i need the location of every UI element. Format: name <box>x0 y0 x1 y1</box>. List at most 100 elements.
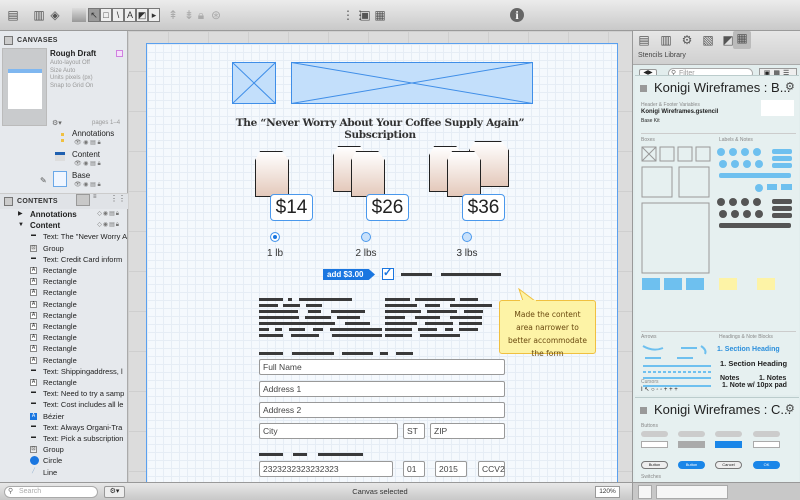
contents-header-label: CONTENTS <box>17 198 58 205</box>
pages-range: pages 1–4 <box>92 120 121 126</box>
tree-item[interactable]: A Rectangle <box>0 276 128 287</box>
tree-item[interactable]: A Rectangle <box>0 377 128 388</box>
line-tool-icon[interactable]: \ <box>112 8 124 22</box>
text-tool-icon[interactable]: A <box>124 8 136 22</box>
tree-item[interactable]: ▬ Text: Cost includes all le <box>0 399 128 410</box>
tree-item[interactable]: ▬ Text: Always Organi-Tra <box>0 422 128 433</box>
disclosure-triangle-icon[interactable]: ▶ <box>18 209 23 220</box>
tree-item-label: Rectangle <box>43 310 77 320</box>
canvas-inspector-icon[interactable]: ▤ <box>637 33 651 47</box>
search-input[interactable]: ⚲ Search <box>4 486 98 498</box>
recent-styles[interactable] <box>656 485 728 499</box>
properties-gear-icon[interactable]: ⚙ <box>680 33 694 47</box>
canvas-prop: Auto-layout Off <box>50 60 90 66</box>
layer-controls-icon[interactable]: 👁︎ ◉ ▤ 🔒︎ <box>74 139 101 147</box>
shape-tool-icon[interactable]: □ <box>100 8 112 22</box>
tree-item[interactable]: A Rectangle <box>0 299 128 310</box>
tree-item[interactable]: A Rectangle <box>0 355 128 366</box>
stencils-icon[interactable]: ▣ <box>358 8 372 22</box>
canvas-name[interactable]: Rough Draft <box>50 49 96 58</box>
document-inspector-icon[interactable]: ▧ <box>701 33 715 47</box>
stencils-tab-icon[interactable]: ▦ <box>733 31 751 49</box>
group-icon[interactable]: ⊛ <box>209 8 223 22</box>
selection-tool-icon[interactable]: ↖ <box>88 8 100 22</box>
layer-base[interactable]: Base <box>72 171 90 180</box>
tree-item[interactable]: ▬ Text: Need to try a samp <box>0 388 128 399</box>
info-icon[interactable]: i <box>510 8 524 22</box>
tree-item[interactable]: ╱ Line <box>0 467 128 478</box>
canvases-icon[interactable]: ▥ <box>32 8 46 22</box>
stencil-collapse-icon[interactable] <box>640 407 647 414</box>
canvas-color-swatch[interactable] <box>116 50 123 57</box>
stencil-title[interactable]: Konigi Wireframes : C... <box>654 402 791 417</box>
tree-item[interactable]: A Rectangle <box>0 310 128 321</box>
list-view-button[interactable] <box>76 194 90 206</box>
tree-item-label: Group <box>43 243 64 253</box>
disclosure-triangle-icon[interactable]: ▼ <box>18 220 24 231</box>
tree-item[interactable]: ⊡ Group <box>0 243 128 254</box>
stencil-button: Cancel <box>715 461 742 469</box>
gear-menu-button[interactable]: ⚙▾ <box>104 486 125 498</box>
stencil-button <box>715 441 742 448</box>
section-header: Cursors <box>641 379 659 385</box>
layer-controls-icon[interactable]: 👁︎ ◉ ▤ 🔒︎ <box>74 160 101 168</box>
canvas-area[interactable] <box>128 31 632 482</box>
tree-item-label: Text: Cost includes all le <box>43 400 124 410</box>
line-icon: ╱ <box>31 467 35 474</box>
group-icon: ⊡ <box>30 244 37 252</box>
tree-item[interactable]: ▬ Text: The "Never Worry A <box>0 231 128 242</box>
page[interactable] <box>146 43 618 482</box>
tree-item[interactable]: A Rectangle <box>0 265 128 276</box>
canvases-header-label: CANVASES <box>17 37 58 44</box>
circle-icon <box>30 456 39 466</box>
toolbar: ▤ ▥ ◈ ↖ □ \ A ◩ ▸ ⇞ ⇟ 🔒︎ ⊛ ⋮⋮ ▣ ▦ i <box>0 0 800 31</box>
layer-row[interactable]: ▶ Annotations ◇◉▤🔒︎ <box>0 209 128 220</box>
layer-controls-icon[interactable]: 👁︎ ◉ ▤ 🔒︎ <box>74 181 101 189</box>
tree-item[interactable]: A Rectangle <box>0 343 128 354</box>
inspector-icon[interactable]: ▦ <box>373 8 387 22</box>
tree-item[interactable]: A Rectangle <box>0 332 128 343</box>
tree-item-label: Rectangle <box>43 299 77 309</box>
layer-row[interactable]: ▼ Content ◇◉▤🔒︎ <box>0 220 128 231</box>
tree-item[interactable]: ▬ Text: Pick a subscription <box>0 433 128 444</box>
lock-icon[interactable]: 🔒︎ <box>194 8 208 22</box>
object-inspector-icon[interactable]: ▥ <box>659 33 673 47</box>
gear-menu-icon[interactable]: ⚙▾ <box>52 119 62 127</box>
stencil-footer <box>633 482 800 500</box>
status-text: Canvas selected <box>352 487 408 496</box>
more-tools-icon[interactable]: ▸ <box>148 8 160 22</box>
tree-item[interactable]: ▬ Text: Credit Card inform <box>0 254 128 265</box>
layers-icon[interactable]: ◈ <box>48 8 62 22</box>
tree-item[interactable]: A Bézier <box>0 411 128 422</box>
layer-controls-icon[interactable]: ◇◉▤🔒︎ <box>97 209 120 220</box>
text-icon: ▬ <box>31 400 36 407</box>
layer-content[interactable]: Content <box>72 150 100 159</box>
bring-front-icon[interactable]: ⇞ <box>166 8 180 22</box>
section-header: Headings & Note Blocks <box>719 334 773 340</box>
style-swatch[interactable] <box>638 485 652 499</box>
gear-icon[interactable]: ⚙ <box>785 80 795 93</box>
tree-item[interactable]: ▬ Text: Shippingaddress, l <box>0 366 128 377</box>
outline-view-button[interactable]: ≡ <box>93 194 105 206</box>
tree-item[interactable]: A Rectangle <box>0 321 128 332</box>
stencil-title[interactable]: Konigi Wireframes : B... <box>654 80 791 95</box>
tree-item[interactable]: Circle <box>0 455 128 466</box>
gear-icon[interactable]: ⚙ <box>785 402 795 415</box>
grid-view-button[interactable]: ⋮⋮ <box>110 194 126 206</box>
sidebar-toggle-icon[interactable]: ▤ <box>6 8 20 22</box>
zoom-stepper[interactable]: 120% <box>595 486 620 498</box>
canvas-thumbnail[interactable] <box>2 48 47 126</box>
diagram-tool-icon[interactable]: ◩ <box>136 8 148 22</box>
tree-item[interactable]: ⊡ Group <box>0 444 128 455</box>
style-swatch-icon[interactable] <box>72 8 86 22</box>
stencil-button: OK <box>753 461 780 469</box>
stencil-heading: 1. Section Heading <box>717 346 780 353</box>
tree-item[interactable]: A Rectangle <box>0 287 128 298</box>
layer-controls-icon[interactable]: ◇◉▤🔒︎ <box>97 220 120 231</box>
canvases-header: CANVASES <box>0 33 128 49</box>
rect-icon: A <box>30 379 37 386</box>
grid-icon[interactable]: ⋮⋮ <box>342 8 366 22</box>
tree-item-label: Rectangle <box>43 378 77 387</box>
layer-annotations[interactable]: Annotations <box>72 129 114 138</box>
stencil-collapse-icon[interactable] <box>640 85 647 92</box>
